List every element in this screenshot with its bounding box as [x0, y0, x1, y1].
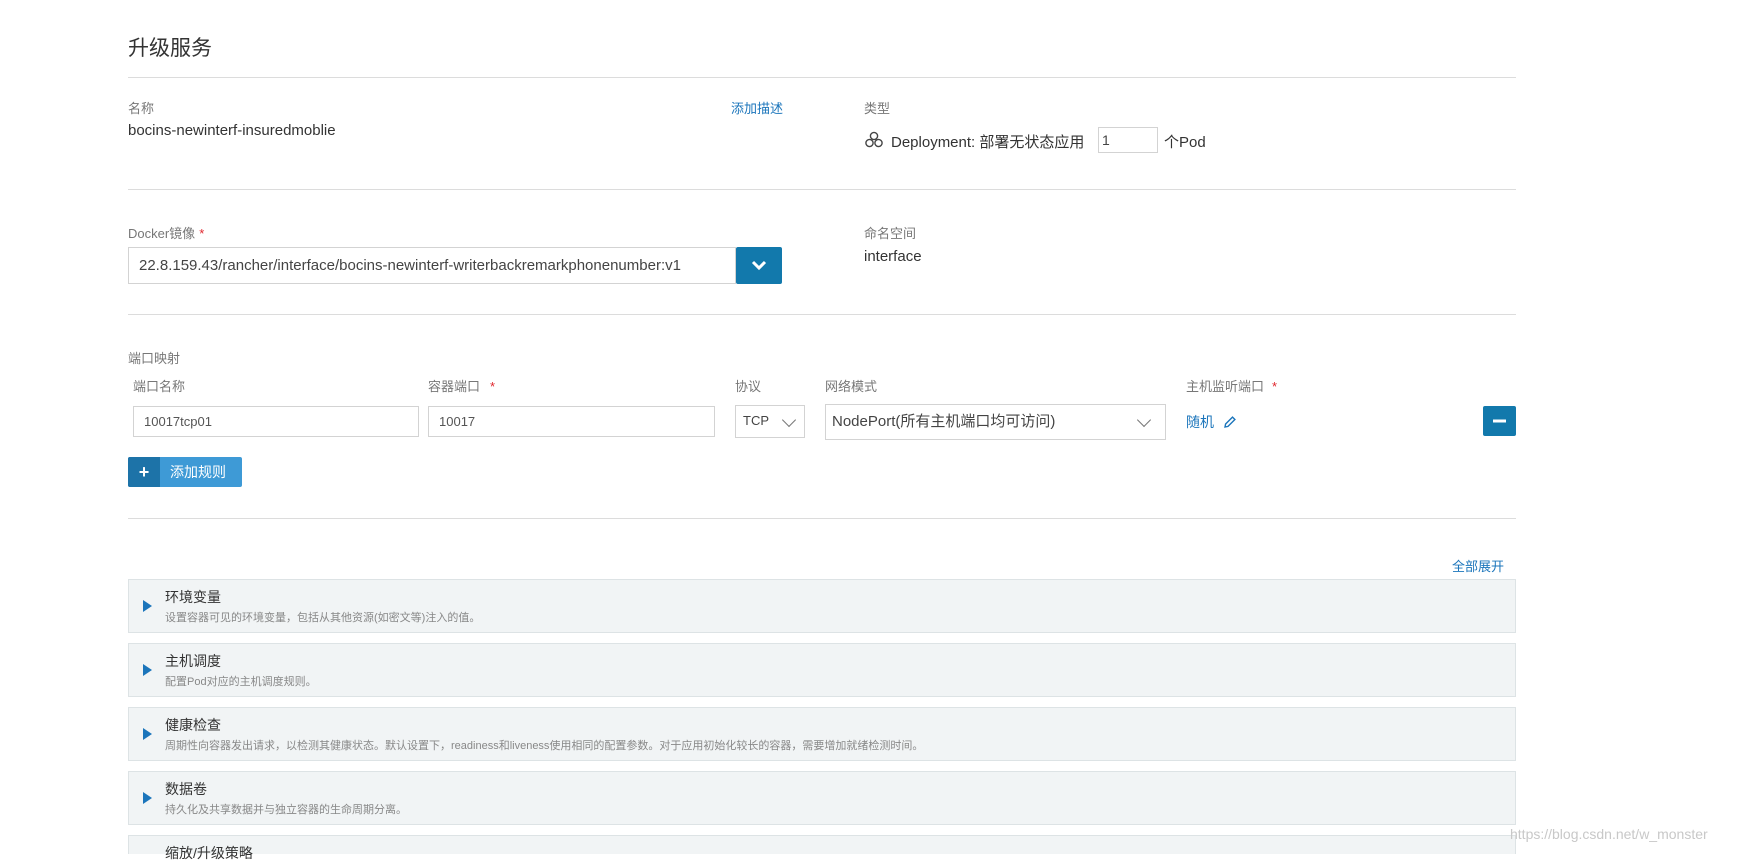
panel-description: 周期性向容器发出请求，以检测其健康状态。默认设置下，readiness和live… [165, 740, 924, 752]
type-value: Deployment: 部署无状态应用 [891, 134, 1085, 151]
docker-image-label: Docker镜像 * [128, 223, 204, 242]
pencil-icon [1223, 416, 1236, 428]
namespace-label: 命名空间 [864, 226, 917, 241]
panel-description: 配置Pod对应的主机调度规则。 [165, 676, 317, 688]
add-rule-label: 添加规则 [170, 464, 226, 480]
pod-count-input[interactable] [1098, 127, 1158, 153]
container-port-input[interactable] [428, 406, 715, 437]
namespace-value: interface [864, 248, 922, 265]
chevron-down-icon [1136, 412, 1152, 428]
panel-description: 持久化及共享数据并与独立容器的生命周期分离。 [165, 804, 407, 816]
col-container-port-text: 容器端口 [428, 379, 481, 394]
expand-all-link[interactable]: 全部展开 [1452, 556, 1504, 575]
chevron-down-icon [751, 260, 767, 271]
docker-image-label-text: Docker镜像 [128, 226, 196, 241]
pod-suffix: 个Pod [1164, 134, 1206, 151]
required-mark: * [1272, 379, 1278, 394]
required-mark: * [199, 226, 205, 241]
name-value: bocins-newinterf-insuredmoblie [128, 122, 336, 139]
type-label: 类型 [864, 101, 891, 116]
expand-arrow-icon [143, 792, 152, 804]
page-title: 升级服务 [128, 37, 212, 60]
network-mode-select[interactable]: NodePort(所有主机端口均可访问) [825, 404, 1166, 440]
divider [128, 518, 1516, 519]
col-container-port: 容器端口 * [428, 376, 495, 395]
plus-icon: + [128, 457, 160, 487]
port-name-input[interactable] [133, 406, 419, 437]
remove-port-button[interactable] [1483, 406, 1516, 436]
panel-scheduling[interactable]: 主机调度 配置Pod对应的主机调度规则。 [128, 643, 1516, 697]
host-port-random-link[interactable]: 随机 [1186, 412, 1237, 432]
panel-volumes[interactable]: 数据卷 持久化及共享数据并与独立容器的生命周期分离。 [128, 771, 1516, 825]
port-mapping-label: 端口映射 [128, 351, 181, 366]
col-network-mode: 网络模式 [825, 379, 878, 394]
protocol-value: TCP [743, 413, 769, 428]
expand-arrow-icon [143, 728, 152, 740]
protocol-select[interactable]: TCP [735, 405, 805, 438]
panel-health-check[interactable]: 健康检查 周期性向容器发出请求，以检测其健康状态。默认设置下，readiness… [128, 707, 1516, 761]
name-label: 名称 [128, 101, 155, 116]
panel-scaling-upgrade[interactable]: 缩放/升级策略 [128, 835, 1516, 861]
col-protocol: 协议 [735, 379, 762, 394]
watermark: https://blog.csdn.net/w_monster [1510, 826, 1708, 842]
panel-title: 数据卷 [165, 781, 207, 797]
col-port-name: 端口名称 [133, 379, 186, 394]
add-description-link[interactable]: 添加描述 [731, 98, 783, 117]
col-host-port-text: 主机监听端口 [1186, 379, 1265, 394]
panel-title: 环境变量 [165, 589, 221, 605]
divider [128, 77, 1516, 78]
col-host-port: 主机监听端口 * [1186, 376, 1277, 395]
panel-title: 健康检查 [165, 717, 221, 733]
image-dropdown-button[interactable] [736, 247, 782, 284]
host-port-value: 随机 [1186, 414, 1214, 430]
divider [128, 314, 1516, 315]
chevron-down-icon [781, 412, 797, 428]
add-rule-button[interactable]: + 添加规则 [128, 457, 242, 487]
required-mark: * [490, 379, 496, 394]
panel-title: 缩放/升级策略 [165, 845, 253, 861]
expand-arrow-icon [143, 664, 152, 676]
deployment-icon [864, 130, 884, 155]
panel-title: 主机调度 [165, 653, 221, 669]
docker-image-input[interactable] [128, 247, 736, 284]
network-mode-value: NodePort(所有主机端口均可访问) [832, 413, 1056, 430]
panel-description: 设置容器可见的环境变量，包括从其他资源(如密文等)注入的值。 [165, 612, 481, 624]
minus-icon [1493, 419, 1506, 423]
expand-arrow-icon [143, 600, 152, 612]
panel-env-vars[interactable]: 环境变量 设置容器可见的环境变量，包括从其他资源(如密文等)注入的值。 [128, 579, 1516, 633]
divider [128, 189, 1516, 190]
